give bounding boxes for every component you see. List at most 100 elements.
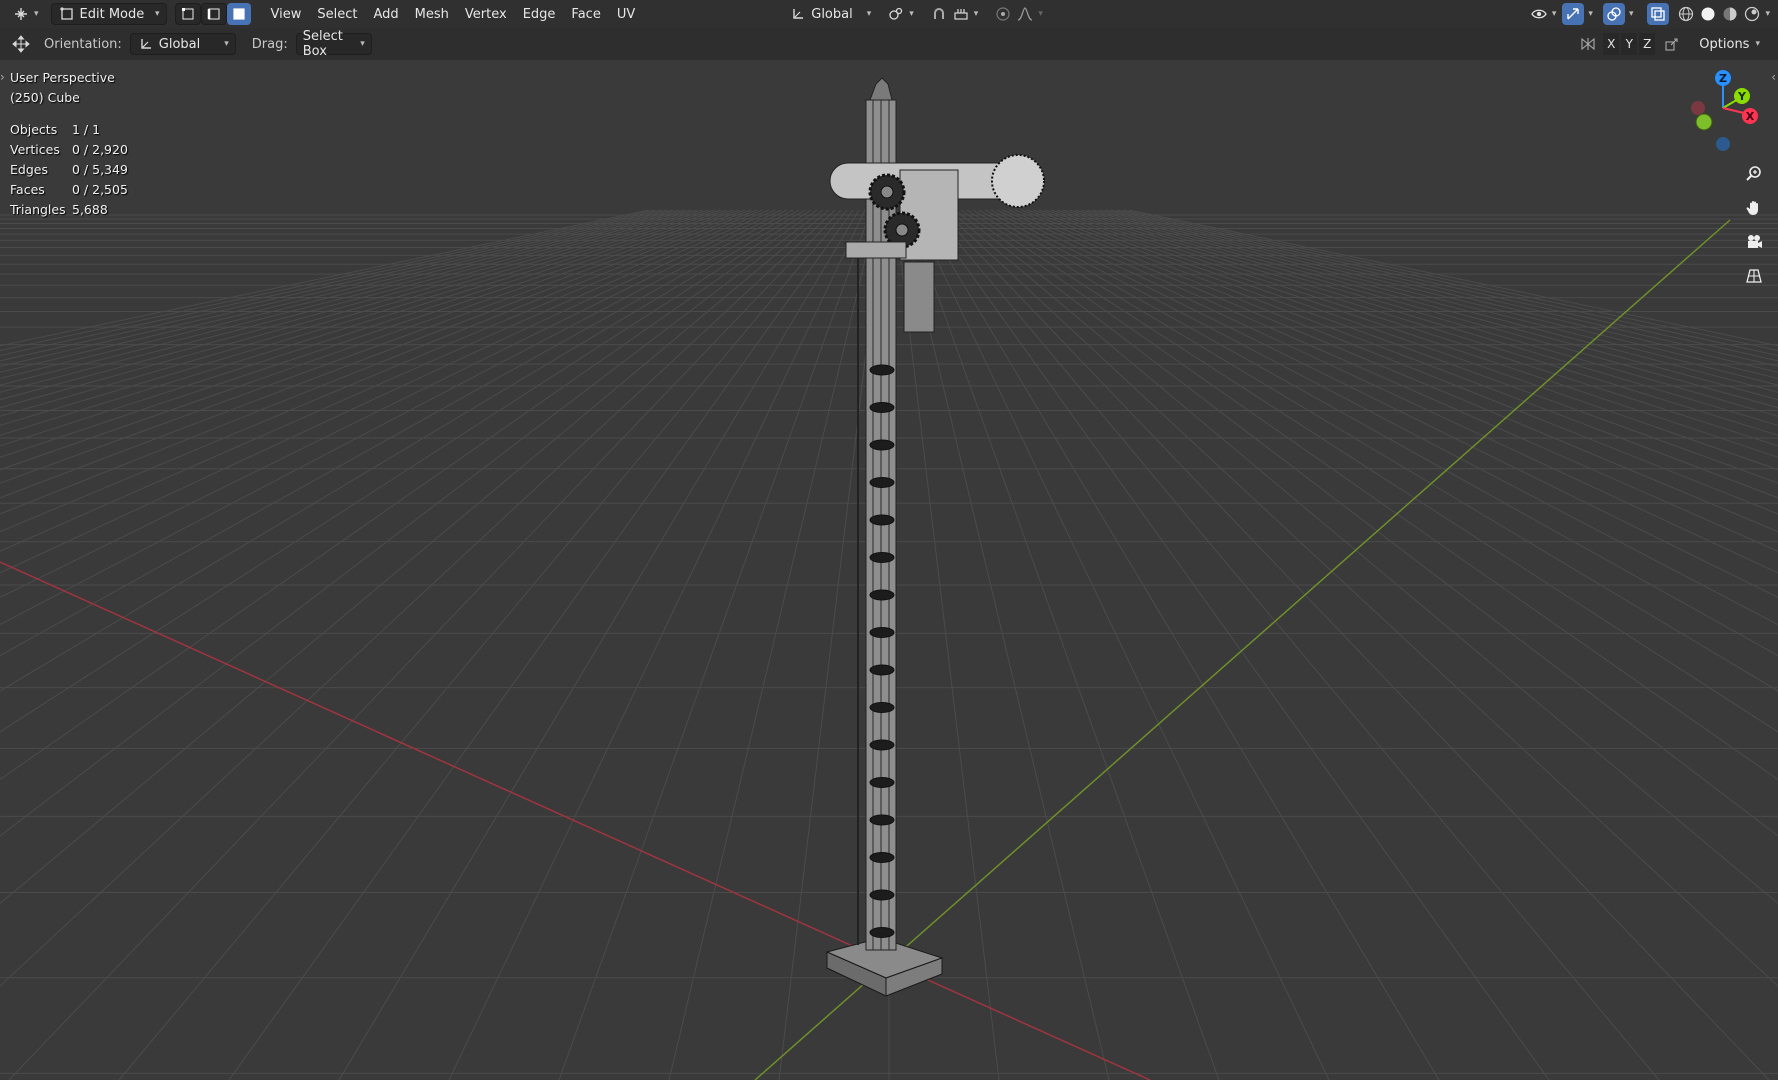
stat-label: Edges	[10, 162, 48, 177]
xray-toggle-icon	[1649, 5, 1667, 23]
grid-line	[338, 209, 860, 1080]
view-name: User Perspective	[10, 70, 115, 85]
edge-select-button[interactable]	[200, 3, 227, 25]
grid-line	[118, 209, 848, 1080]
grid-line	[0, 209, 812, 733]
face-select-icon	[230, 5, 248, 23]
chevron-down-icon: ▾	[224, 39, 229, 49]
grid-line	[1050, 209, 1778, 436]
orientation-dropdown[interactable]: Global ▾	[129, 33, 236, 55]
ladder-rung	[869, 589, 895, 601]
mode-label: Edit Mode	[79, 6, 145, 22]
grid-line	[0, 209, 710, 409]
stat-label: Vertices	[10, 142, 60, 157]
grid-line	[1116, 209, 1778, 357]
face-select-button[interactable]	[226, 3, 251, 25]
mirror-y-button[interactable]: Y	[1621, 33, 1638, 55]
stat-row-vertices: Vertices 0 / 2,920	[10, 140, 128, 160]
editor-type-button[interactable]: ▾	[6, 3, 45, 25]
chevron-down-icon: ▾	[1755, 39, 1760, 49]
stat-label: Faces	[10, 182, 45, 197]
grid-line	[0, 209, 722, 426]
viewport-canvas[interactable]	[0, 60, 1778, 1080]
pan-button[interactable]	[1740, 194, 1768, 222]
snap-magnet-icon	[930, 5, 948, 23]
chevron-down-icon: ▾	[909, 9, 914, 19]
viewport-header: ▾ Edit Mode ▾ View Select Add Mesh Verte…	[0, 0, 1778, 28]
menu-uv[interactable]: UV	[609, 3, 643, 25]
ladder-rung	[869, 364, 895, 376]
auto-merge-icon[interactable]	[1663, 35, 1681, 53]
ladder-rung	[869, 927, 895, 938]
options-dropdown[interactable]: Options ▾	[1693, 33, 1766, 55]
navigation-gizmo[interactable]: Z Y X	[1678, 66, 1768, 156]
overlay-toggle-button[interactable]	[1602, 3, 1625, 25]
ladder-rung	[869, 514, 895, 526]
signal-pole-model	[825, 77, 1045, 997]
snap-button[interactable]: ▾	[924, 3, 985, 25]
menu-vertex[interactable]: Vertex	[457, 3, 515, 25]
mode-dropdown[interactable]: Edit Mode ▾	[50, 3, 167, 25]
gizmo-y-label: Y	[1737, 90, 1747, 103]
visibility-button[interactable]: ▾	[1528, 3, 1559, 25]
overlay-dropdown-chevron[interactable]: ▾	[1629, 9, 1634, 19]
overlay-toggle-icon	[1605, 5, 1623, 23]
ladder-rung	[869, 814, 895, 826]
chevron-down-icon: ▾	[1551, 9, 1557, 19]
drag-dropdown[interactable]: Select Box ▾	[295, 29, 372, 59]
move-tool-icon[interactable]	[12, 35, 30, 53]
material-shading-icon[interactable]	[1721, 5, 1739, 23]
ortho-toggle-button[interactable]	[1740, 262, 1768, 290]
gizmo-toggle-button[interactable]	[1562, 3, 1585, 25]
xray-toggle-button[interactable]	[1647, 3, 1670, 25]
chevron-down-icon: ▾	[155, 9, 160, 19]
grid-line	[1074, 209, 1778, 401]
zoom-button[interactable]	[1740, 160, 1768, 188]
mirror-z-button[interactable]: Z	[1639, 33, 1656, 55]
pivot-point-button[interactable]: ▾	[881, 3, 920, 25]
3d-viewport[interactable]: User Perspective (250) Cube Objects 1 / …	[0, 60, 1778, 1080]
pan-hand-icon	[1745, 199, 1763, 217]
grid-line	[1002, 209, 1778, 552]
ladder-rung	[869, 739, 895, 751]
proportional-edit-icon	[994, 5, 1012, 23]
grid-line	[0, 209, 728, 436]
menu-view[interactable]: View	[263, 3, 310, 25]
grid-line	[1056, 209, 1778, 426]
vertex-select-button[interactable]	[174, 3, 201, 25]
menu-edge[interactable]: Edge	[515, 3, 564, 25]
gizmo-z-label: Z	[1719, 72, 1727, 85]
tool-settings-bar: Orientation: Global ▾ Drag: Select Box ▾…	[0, 28, 1778, 60]
wireframe-shading-icon[interactable]	[1677, 5, 1695, 23]
menu-face[interactable]: Face	[563, 3, 608, 25]
mirror-butterfly-icon	[1579, 35, 1597, 53]
shading-dropdown-chevron[interactable]: ▾	[1765, 9, 1770, 19]
gizmo-toggle-icon	[1564, 5, 1582, 23]
menu-add[interactable]: Add	[366, 3, 407, 25]
ladder-rung	[869, 702, 895, 713]
transform-orientation-label: Global	[811, 6, 853, 22]
ladder-rung	[869, 627, 895, 638]
grid-line	[1110, 209, 1778, 362]
chevron-down-icon: ▾	[1038, 9, 1043, 19]
camera-view-button[interactable]	[1740, 228, 1768, 256]
grid-line	[906, 209, 1220, 1080]
stat-value: 0 / 2,920	[72, 142, 128, 157]
gizmo-dropdown-chevron[interactable]: ▾	[1588, 9, 1593, 19]
rendered-shading-icon[interactable]	[1743, 5, 1761, 23]
transform-orientation-dropdown[interactable]: Global ▾	[783, 3, 877, 25]
menu-mesh[interactable]: Mesh	[407, 3, 457, 25]
menu-select[interactable]: Select	[309, 3, 365, 25]
mirror-x-button[interactable]: X	[1603, 33, 1620, 55]
toolbar-expand-arrow[interactable]: ›	[0, 70, 5, 84]
grid-line	[0, 209, 776, 552]
editor-type-icon	[12, 5, 30, 23]
grid-line	[912, 209, 1330, 1080]
proportional-edit-button[interactable]: ▾	[988, 3, 1049, 25]
grid-line	[930, 209, 1660, 1080]
stat-row-edges: Edges 0 / 5,349	[10, 160, 128, 180]
falloff-curve-icon	[1016, 5, 1034, 23]
orientation-axes-icon	[137, 35, 155, 53]
sidebar-expand-arrow[interactable]: ‹	[1771, 70, 1776, 84]
solid-shading-icon[interactable]	[1699, 5, 1717, 23]
